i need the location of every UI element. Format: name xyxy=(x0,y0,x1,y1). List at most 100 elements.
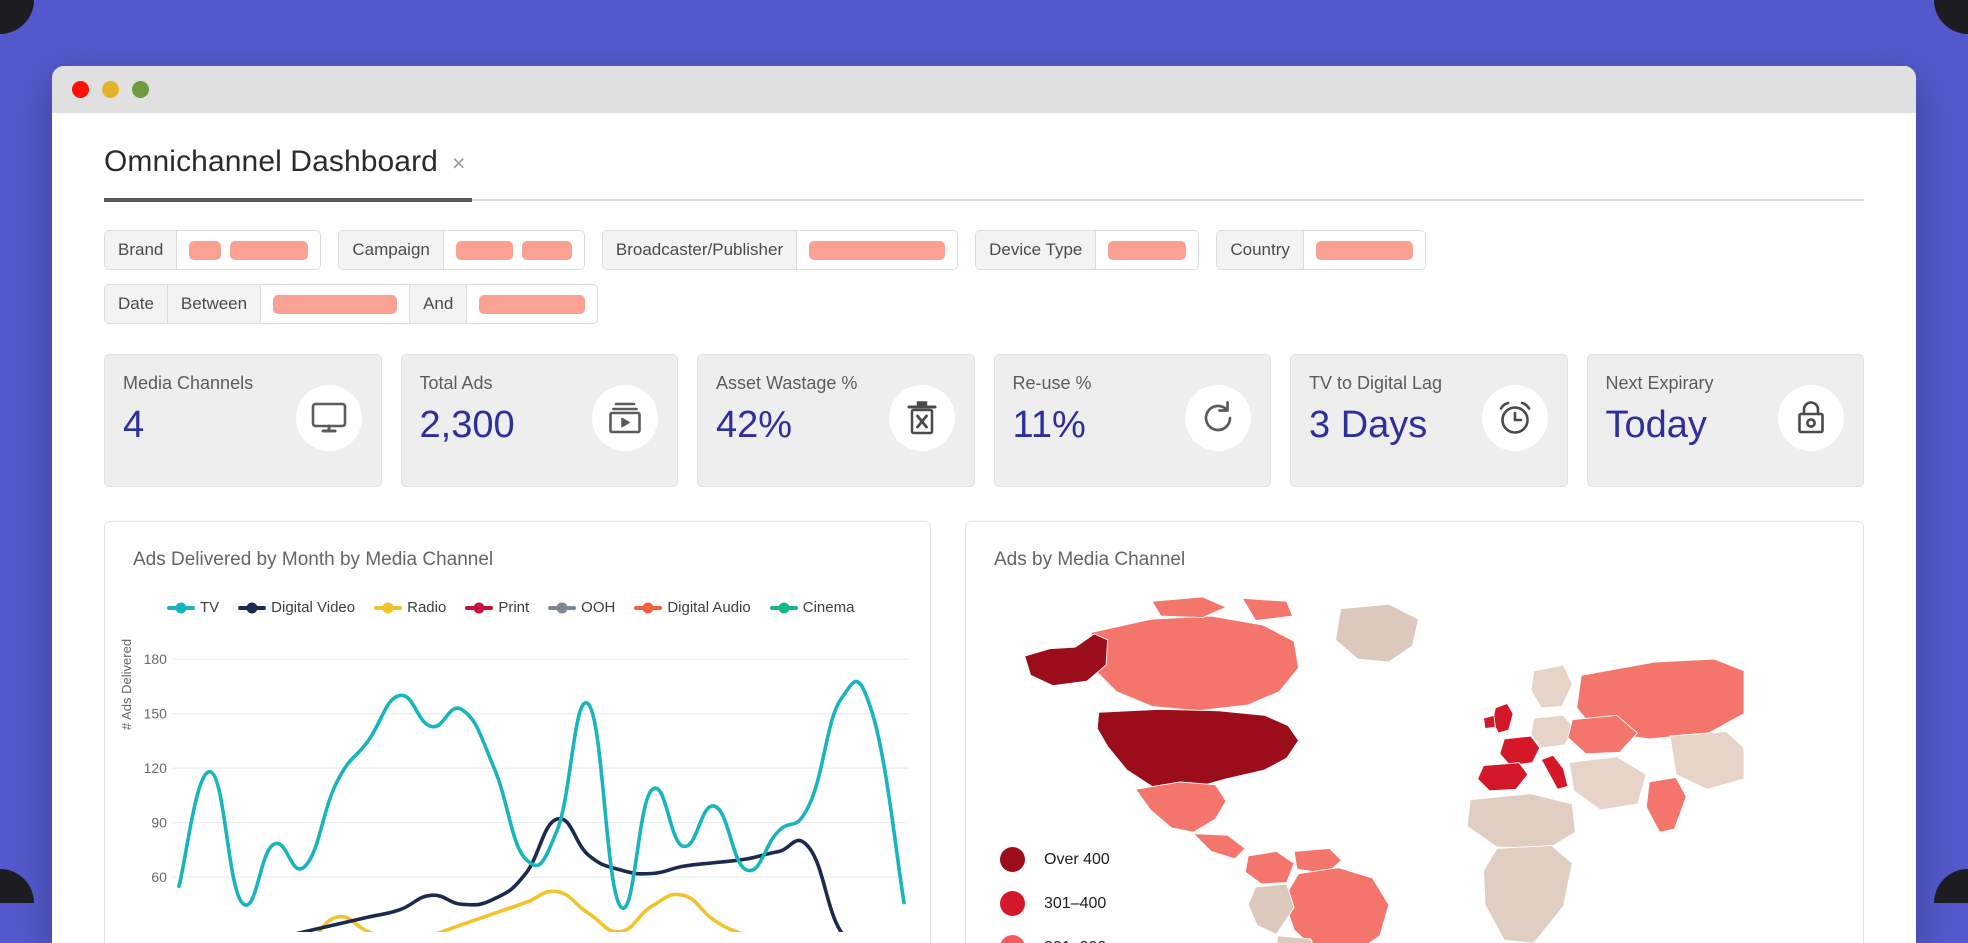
map-region-central-europe xyxy=(1531,715,1574,748)
map-region-scandinavia xyxy=(1531,665,1572,708)
choropleth-map-area: Over 400 301–400 201–300 xyxy=(966,571,1863,943)
filter-country[interactable]: Country xyxy=(1216,230,1426,270)
redacted-value xyxy=(230,241,308,260)
map-region-india xyxy=(1646,777,1686,832)
map-region-ireland xyxy=(1484,715,1496,728)
legend-item-ooh[interactable]: OOH xyxy=(548,599,615,616)
filter-date-from[interactable] xyxy=(261,285,409,323)
kpi-card-asset-wastage[interactable]: Asset Wastage % 42% xyxy=(697,354,975,487)
legend-item-digital-video[interactable]: Digital Video xyxy=(238,599,355,616)
map-legend-label: 301–400 xyxy=(1044,895,1106,913)
video-library-icon xyxy=(592,385,658,451)
legend-item-cinema[interactable]: Cinema xyxy=(770,599,855,616)
filter-date[interactable]: Date Between And xyxy=(104,284,598,324)
minimize-window-button[interactable] xyxy=(102,81,119,98)
legend-swatch xyxy=(374,606,402,610)
filter-brand-value[interactable] xyxy=(177,231,320,269)
map-legend-item-201-300[interactable]: 201–300 xyxy=(1000,935,1110,943)
map-legend-label: 201–300 xyxy=(1044,939,1106,943)
map-region-italy xyxy=(1541,755,1568,789)
close-tab-icon[interactable]: × xyxy=(452,152,465,175)
map-legend-swatch xyxy=(1000,935,1025,943)
legend-label: Digital Audio xyxy=(667,599,750,616)
kpi-card-media-channels[interactable]: Media Channels 4 xyxy=(104,354,382,487)
legend-item-tv[interactable]: TV xyxy=(167,599,219,616)
kpi-card-next-expirary[interactable]: Next Expirary Today xyxy=(1587,354,1865,487)
map-region-spain xyxy=(1478,763,1528,791)
y-axis-tick: 150 xyxy=(144,706,168,722)
app-window: Omnichannel Dashboard × Brand Campaign xyxy=(52,66,1916,943)
kpi-card-tv-to-digital-lag[interactable]: TV to Digital Lag 3 Days xyxy=(1290,354,1568,487)
legend-label: Digital Video xyxy=(271,599,355,616)
filter-row-primary: Brand Campaign Broadcaster/Publisher xyxy=(104,230,1864,270)
legend-item-print[interactable]: Print xyxy=(465,599,529,616)
close-window-button[interactable] xyxy=(72,81,89,98)
redacted-value xyxy=(522,241,572,260)
filter-campaign-label: Campaign xyxy=(339,231,444,269)
line-chart-svg: 6090120150180 xyxy=(139,632,908,932)
tab-bar: Omnichannel Dashboard × xyxy=(104,113,1864,202)
map-region-middle-east xyxy=(1569,757,1646,810)
redacted-value xyxy=(273,295,397,314)
filter-brand[interactable]: Brand xyxy=(104,230,321,270)
series-line-digital-video xyxy=(179,819,904,932)
filter-date-operator[interactable]: Between xyxy=(168,285,261,323)
map-region-canada xyxy=(1091,616,1298,711)
filter-row-date: Date Between And xyxy=(104,284,1864,324)
y-axis-tick: 90 xyxy=(151,815,167,831)
filter-campaign-value[interactable] xyxy=(444,231,584,269)
kpi-card-total-ads[interactable]: Total Ads 2,300 xyxy=(401,354,679,487)
legend-swatch xyxy=(167,606,195,610)
series-line-radio xyxy=(179,891,904,931)
monitor-icon xyxy=(296,385,362,451)
filter-broadcaster-publisher-value[interactable] xyxy=(797,231,957,269)
map-legend-item-301-400[interactable]: 301–400 xyxy=(1000,891,1110,916)
map-region-united-kingdom xyxy=(1492,703,1513,733)
redacted-value xyxy=(456,241,513,260)
lock-icon xyxy=(1778,385,1844,451)
y-axis-label: # Ads Delivered xyxy=(119,639,134,730)
filter-country-label: Country xyxy=(1217,231,1304,269)
legend-label: OOH xyxy=(581,599,615,616)
filter-date-to[interactable] xyxy=(467,285,597,323)
map-region-brazil xyxy=(1284,868,1389,943)
y-axis-tick: 180 xyxy=(144,651,168,667)
map-legend-item-over-400[interactable]: Over 400 xyxy=(1000,847,1110,872)
map-region-united-states xyxy=(1097,709,1298,789)
legend-swatch xyxy=(238,606,266,610)
filter-device-type-label: Device Type xyxy=(976,231,1096,269)
map-region-central-america xyxy=(1193,834,1245,859)
panel-ads-delivered-by-month: Ads Delivered by Month by Media Channel … xyxy=(104,521,931,943)
maximize-window-button[interactable] xyxy=(132,81,149,98)
filter-device-type[interactable]: Device Type xyxy=(975,230,1199,270)
redacted-value xyxy=(479,295,585,314)
world-map-svg xyxy=(1004,563,1744,943)
filter-broadcaster-publisher[interactable]: Broadcaster/Publisher xyxy=(602,230,958,270)
filter-campaign[interactable]: Campaign xyxy=(338,230,585,270)
redacted-value xyxy=(809,241,945,260)
legend-swatch xyxy=(465,606,493,610)
dashboard-content: Omnichannel Dashboard × Brand Campaign xyxy=(52,113,1916,943)
filter-country-value[interactable] xyxy=(1304,231,1425,269)
map-region-greenland xyxy=(1336,604,1419,662)
kpi-card-row: Media Channels 4 Total Ads 2,300 xyxy=(104,354,1864,487)
redacted-value xyxy=(1108,241,1186,260)
map-region-north-africa xyxy=(1467,794,1575,849)
line-chart-plot-area: # Ads Delivered 6090120150180 xyxy=(105,632,930,932)
window-titlebar xyxy=(52,66,1916,113)
legend-item-radio[interactable]: Radio xyxy=(374,599,446,616)
kpi-card-reuse[interactable]: Re-use % 11% xyxy=(994,354,1272,487)
page-title[interactable]: Omnichannel Dashboard xyxy=(104,147,438,177)
filter-date-conjunction: And xyxy=(409,285,467,323)
filter-device-type-value[interactable] xyxy=(1096,231,1198,269)
map-region-colombia xyxy=(1245,851,1294,884)
panel-ads-by-media-channel: Ads by Media Channel xyxy=(965,521,1864,943)
legend-swatch xyxy=(634,606,662,610)
map-region-canada-islands xyxy=(1152,597,1226,618)
map-legend-swatch xyxy=(1000,847,1025,872)
map-region-canada-islands2 xyxy=(1242,598,1292,620)
filter-bar: Brand Campaign Broadcaster/Publisher xyxy=(104,230,1864,324)
filter-date-label: Date xyxy=(105,285,168,323)
legend-item-digital-audio[interactable]: Digital Audio xyxy=(634,599,750,616)
traffic-lights xyxy=(72,81,149,98)
